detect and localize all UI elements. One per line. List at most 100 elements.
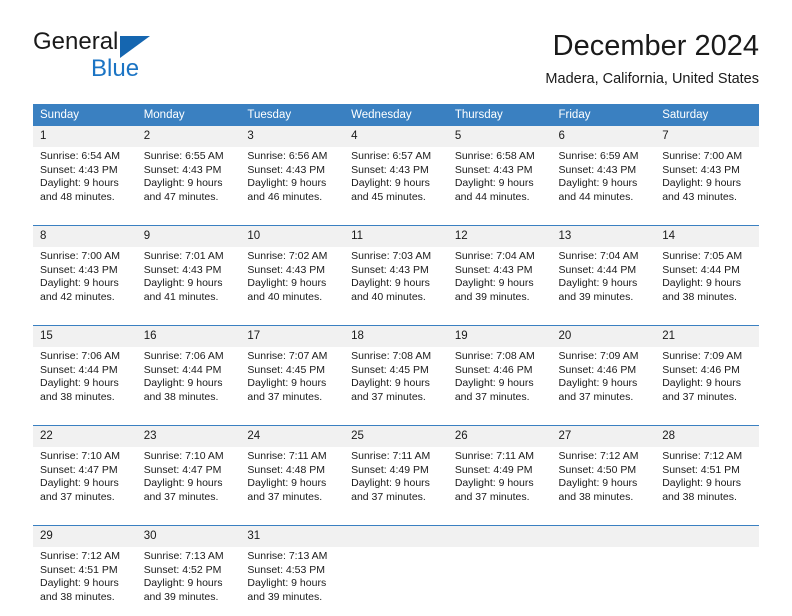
- day-number-cell[interactable]: 16: [136, 326, 241, 347]
- day-info-cell[interactable]: Sunrise: 7:12 AM Sunset: 4:51 PM Daylight:…: [33, 547, 137, 616]
- day-info-cell[interactable]: Sunrise: 6:56 AM Sunset: 4:43 PM Daylight:…: [240, 147, 345, 216]
- day-sunrise-text: Sunrise: 7:11 AM: [454, 450, 534, 462]
- day-info-cell[interactable]: Sunrise: 7:11 AM Sunset: 4:49 PM Daylight:…: [447, 447, 552, 516]
- day-info-cell[interactable]: Sunrise: 7:08 AM Sunset: 4:45 PM Daylight:…: [344, 347, 448, 416]
- day-info-cell[interactable]: Sunrise: 6:58 AM Sunset: 4:43 PM Daylight:…: [447, 147, 552, 216]
- week-spacer-row: [33, 416, 759, 425]
- day-daylight-text: and 37 minutes.: [143, 490, 219, 503]
- day-info-cell[interactable]: Sunrise: 7:09 AM Sunset: 4:46 PM Daylight:…: [551, 347, 656, 416]
- brand-name-blue: Blue: [91, 55, 140, 82]
- day-daylight-text: and 41 minutes.: [143, 290, 219, 303]
- day-number-cell[interactable]: 22: [33, 426, 137, 447]
- day-number-cell[interactable]: 3: [240, 126, 345, 147]
- day-number-cell[interactable]: 9: [136, 226, 241, 247]
- day-daylight-text: and 37 minutes.: [454, 490, 530, 503]
- day-info-cell[interactable]: Sunrise: 7:06 AM Sunset: 4:44 PM Daylight:…: [33, 347, 137, 416]
- day-number-cell[interactable]: 19: [447, 326, 552, 347]
- day-sunset-text: Sunset: 4:43 PM: [454, 263, 533, 276]
- brand-logo[interactable]: General Blue: [33, 28, 243, 88]
- day-daylight-text: Daylight: 9 hours: [143, 177, 223, 189]
- day-number-cell[interactable]: 15: [33, 326, 137, 347]
- day-number-cell[interactable]: 27: [551, 426, 656, 447]
- day-info-cell[interactable]: Sunrise: 7:10 AM Sunset: 4:47 PM Daylight:…: [33, 447, 137, 516]
- day-number-cell[interactable]: 23: [136, 426, 241, 447]
- day-number-cell[interactable]: 21: [655, 326, 759, 347]
- day-daylight-text: Daylight: 9 hours: [143, 277, 223, 289]
- day-number-row: 29 30 31: [33, 526, 759, 547]
- week-spacer-row: [33, 316, 759, 325]
- day-sunrise-text: Sunrise: 7:12 AM: [558, 450, 639, 462]
- day-sunset-text: Sunset: 4:49 PM: [351, 463, 429, 476]
- day-sunrise-text: Sunrise: 6:56 AM: [247, 150, 328, 162]
- day-info-cell[interactable]: Sunrise: 7:09 AM Sunset: 4:46 PM Daylight:…: [655, 347, 759, 416]
- day-number-row: 1234567: [33, 126, 759, 147]
- day-info-cell[interactable]: Sunrise: 7:02 AM Sunset: 4:43 PM Daylight:…: [240, 247, 345, 316]
- weekday-header-thursday: Thursday: [447, 104, 552, 126]
- day-number-cell[interactable]: 25: [344, 426, 448, 447]
- day-sunset-text: Sunset: 4:43 PM: [351, 263, 429, 276]
- day-number-cell[interactable]: 14: [655, 226, 759, 247]
- day-number-cell[interactable]: 11: [344, 226, 448, 247]
- empty-day-cell: [655, 526, 759, 547]
- day-info-cell[interactable]: Sunrise: 7:11 AM Sunset: 4:49 PM Daylight:…: [344, 447, 448, 516]
- day-info-cell[interactable]: Sunrise: 6:57 AM Sunset: 4:43 PM Daylight:…: [344, 147, 448, 216]
- day-number-cell[interactable]: 26: [447, 426, 552, 447]
- day-daylight-text: Daylight: 9 hours: [143, 477, 223, 489]
- day-info-cell[interactable]: Sunrise: 7:13 AM Sunset: 4:53 PM Daylight:…: [240, 547, 345, 616]
- day-number-cell[interactable]: 6: [551, 126, 656, 147]
- day-number-cell[interactable]: 24: [240, 426, 345, 447]
- day-number-cell[interactable]: 17: [240, 326, 345, 347]
- day-info-row: Sunrise: 7:06 AM Sunset: 4:44 PM Daylight:…: [33, 347, 759, 416]
- day-info-cell[interactable]: Sunrise: 7:12 AM Sunset: 4:50 PM Daylight:…: [551, 447, 656, 516]
- day-info-cell[interactable]: Sunrise: 7:12 AM Sunset: 4:51 PM Daylight:…: [655, 447, 759, 516]
- page-location: Madera, California, United States: [545, 71, 759, 87]
- day-number-cell[interactable]: 1: [33, 126, 137, 147]
- day-info-cell[interactable]: Sunrise: 7:07 AM Sunset: 4:45 PM Daylight:…: [240, 347, 345, 416]
- day-info-cell[interactable]: Sunrise: 6:55 AM Sunset: 4:43 PM Daylight:…: [136, 147, 241, 216]
- day-daylight-text: Daylight: 9 hours: [351, 477, 430, 489]
- day-daylight-text: Daylight: 9 hours: [40, 477, 119, 489]
- day-info-cell[interactable]: Sunrise: 7:05 AM Sunset: 4:44 PM Daylight:…: [655, 247, 759, 316]
- day-info-cell[interactable]: Sunrise: 7:08 AM Sunset: 4:46 PM Daylight:…: [447, 347, 552, 416]
- day-number-row: 22 23 24 25 26 27 28: [33, 426, 759, 447]
- day-info-cell[interactable]: Sunrise: 7:00 AM Sunset: 4:43 PM Daylight:…: [33, 247, 137, 316]
- day-info-cell[interactable]: Sunrise: 7:10 AM Sunset: 4:47 PM Daylight:…: [136, 447, 241, 516]
- day-number-cell[interactable]: 12: [447, 226, 552, 247]
- day-number-cell[interactable]: 28: [655, 426, 759, 447]
- day-info-cell[interactable]: Sunrise: 7:00 AM Sunset: 4:43 PM Daylight:…: [655, 147, 759, 216]
- day-sunset-text: Sunset: 4:48 PM: [247, 463, 326, 476]
- day-daylight-text: Daylight: 9 hours: [454, 277, 534, 289]
- day-sunrise-text: Sunrise: 6:59 AM: [558, 150, 639, 162]
- day-daylight-text: and 39 minutes.: [143, 590, 219, 603]
- day-number-cell[interactable]: 2: [136, 126, 241, 147]
- day-info-cell[interactable]: Sunrise: 7:13 AM Sunset: 4:52 PM Daylight:…: [136, 547, 241, 616]
- day-info-row: Sunrise: 7:00 AM Sunset: 4:43 PM Daylight:…: [33, 247, 759, 316]
- page-title: December 2024: [552, 30, 759, 62]
- day-sunset-text: Sunset: 4:45 PM: [351, 363, 429, 376]
- day-info-cell[interactable]: Sunrise: 7:11 AM Sunset: 4:48 PM Daylight:…: [240, 447, 345, 516]
- calendar-header-row: Sunday Monday Tuesday Wednesday Thursday…: [33, 104, 759, 126]
- day-info-cell[interactable]: Sunrise: 7:03 AM Sunset: 4:43 PM Daylight:…: [344, 247, 448, 316]
- day-number-cell[interactable]: 4: [344, 126, 448, 147]
- day-sunrise-text: Sunrise: 6:55 AM: [143, 150, 224, 162]
- day-number-cell[interactable]: 5: [447, 126, 552, 147]
- day-info-cell[interactable]: Sunrise: 7:04 AM Sunset: 4:44 PM Daylight:…: [551, 247, 656, 316]
- day-number-cell[interactable]: 13: [551, 226, 656, 247]
- day-info-cell[interactable]: Sunrise: 6:54 AM Sunset: 4:43 PM Daylight:…: [33, 147, 137, 216]
- day-number-cell[interactable]: 29: [33, 526, 137, 547]
- day-info-cell[interactable]: Sunrise: 7:01 AM Sunset: 4:43 PM Daylight:…: [136, 247, 241, 316]
- day-sunrise-text: Sunrise: 7:04 AM: [558, 250, 639, 262]
- day-number-cell[interactable]: 20: [551, 326, 656, 347]
- day-info-cell[interactable]: Sunrise: 7:04 AM Sunset: 4:43 PM Daylight:…: [447, 247, 552, 316]
- day-sunset-text: Sunset: 4:44 PM: [143, 363, 222, 376]
- day-number-cell[interactable]: 30: [136, 526, 241, 547]
- brand-name-general: General: [33, 28, 119, 55]
- day-number-cell[interactable]: 8: [33, 226, 137, 247]
- day-number-cell[interactable]: 18: [344, 326, 448, 347]
- day-info-cell[interactable]: Sunrise: 7:06 AM Sunset: 4:44 PM Daylight:…: [136, 347, 241, 416]
- day-daylight-text: and 37 minutes.: [454, 390, 530, 403]
- day-number-cell[interactable]: 7: [655, 126, 759, 147]
- day-number-cell[interactable]: 31: [240, 526, 345, 547]
- day-number-cell[interactable]: 10: [240, 226, 345, 247]
- day-info-cell[interactable]: Sunrise: 6:59 AM Sunset: 4:43 PM Daylight:…: [551, 147, 656, 216]
